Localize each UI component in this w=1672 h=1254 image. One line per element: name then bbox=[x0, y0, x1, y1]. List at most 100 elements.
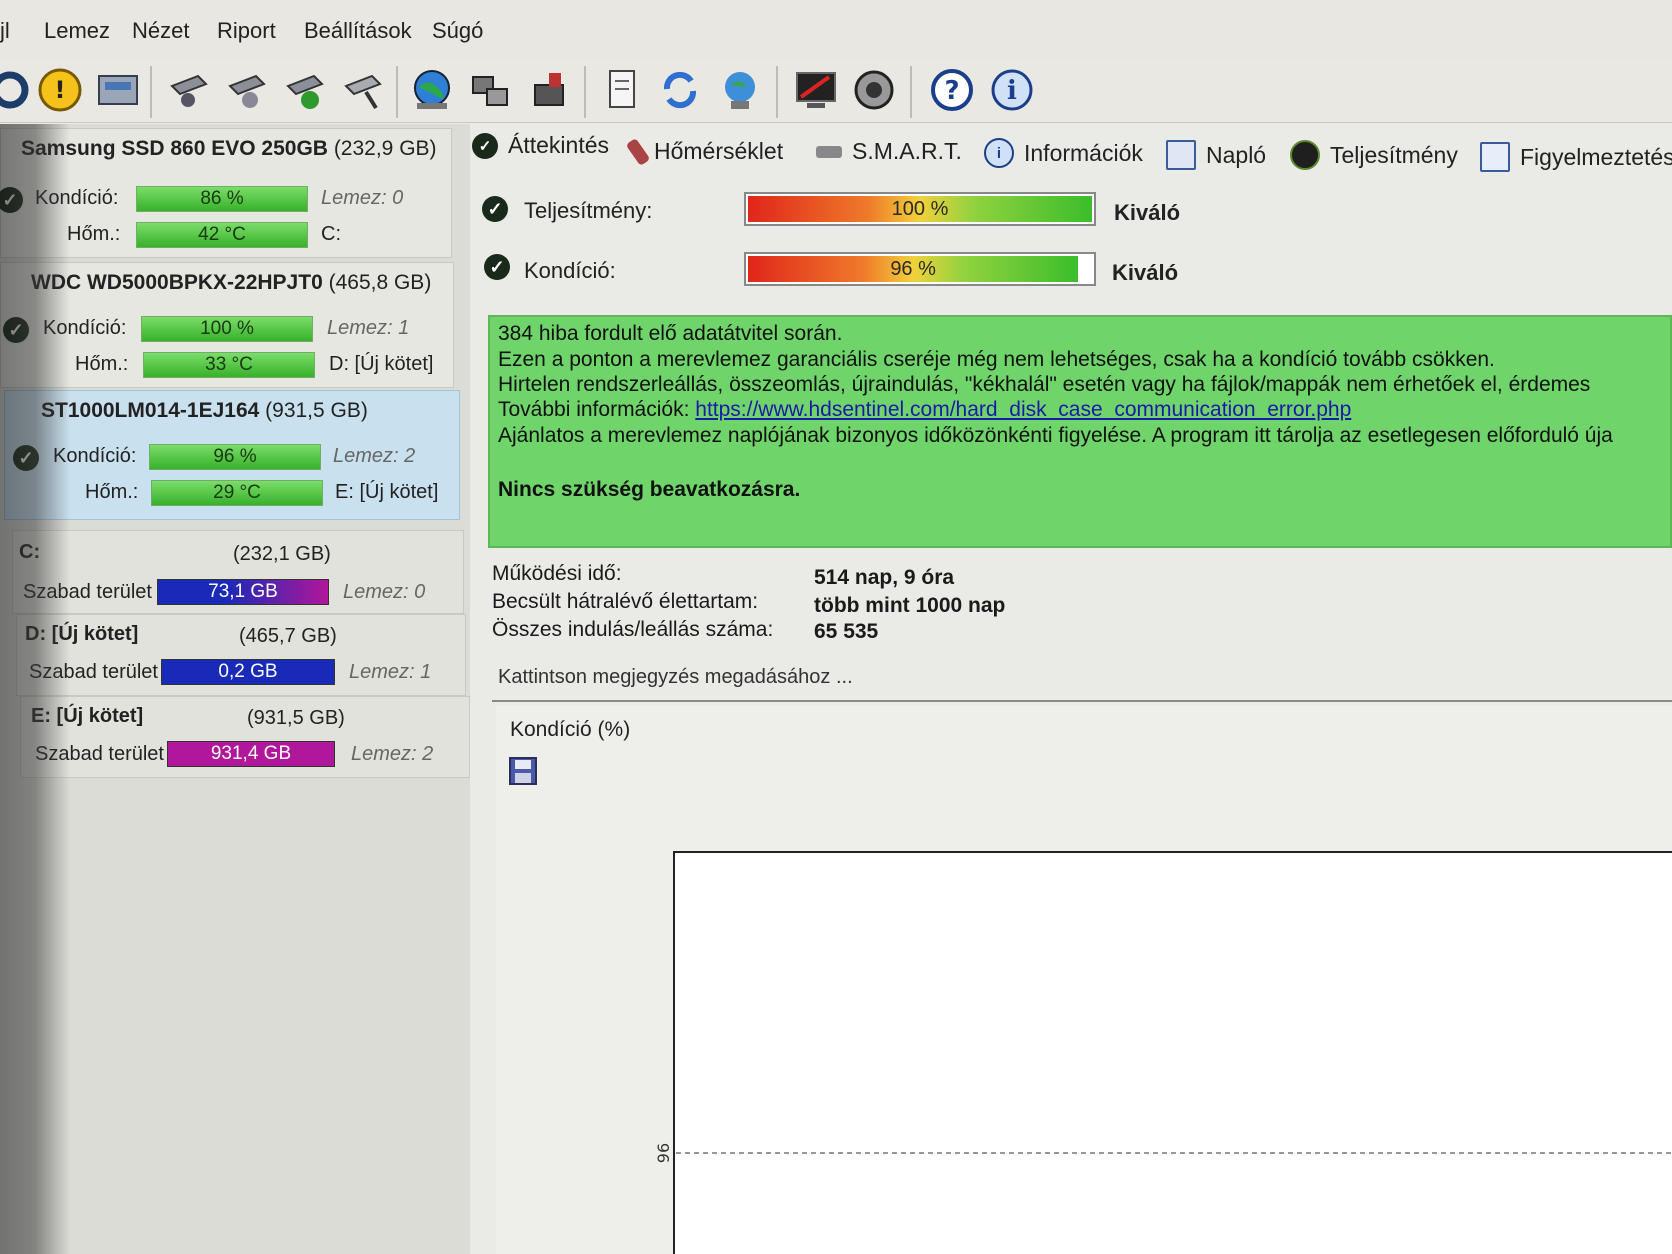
svg-text:?: ? bbox=[944, 76, 959, 106]
more-info-link[interactable]: https://www.hdsentinel.com/hard_disk_cas… bbox=[695, 398, 1351, 421]
more-info-line: További információk: https://www.hdsenti… bbox=[498, 397, 1351, 422]
tab-label: Figyelmeztetés bbox=[1520, 143, 1672, 170]
menu-file[interactable]: jl bbox=[0, 18, 10, 44]
performance-ok-icon: ✓ bbox=[482, 196, 508, 222]
globe-icon[interactable] bbox=[408, 66, 456, 114]
thermometer-icon bbox=[625, 137, 651, 166]
stat-label: Becsült hátralévő élettartam: bbox=[492, 590, 759, 613]
volume-disk-label: Lemez: 2 bbox=[351, 743, 434, 765]
tab-smart[interactable]: S.M.A.R.T. bbox=[816, 138, 962, 165]
condition-bar: 86 % bbox=[136, 186, 308, 212]
log-icon bbox=[1166, 140, 1196, 170]
stat-value: több mint 1000 nap bbox=[814, 594, 1006, 617]
condition-meter: 96 % bbox=[744, 252, 1096, 286]
condition-meter-fill: 96 % bbox=[748, 256, 1079, 282]
menu-view[interactable]: Nézet bbox=[132, 18, 189, 44]
menu-disk[interactable]: Lemez bbox=[44, 18, 110, 44]
disk-title: Samsung SSD 860 EVO 250GB (232,9 GB) bbox=[21, 137, 437, 161]
menu-settings[interactable]: Beállítások bbox=[304, 18, 412, 44]
temp-bar: 29 °C bbox=[151, 480, 323, 506]
disk-name: ST1000LM014-1EJ164 bbox=[41, 399, 260, 422]
tab-performance[interactable]: Teljesítmény bbox=[1290, 140, 1458, 170]
refresh-icon[interactable] bbox=[0, 66, 34, 114]
warning-icon[interactable]: ! bbox=[36, 66, 84, 114]
gauge-icon bbox=[1290, 140, 1320, 170]
tab-alerts[interactable]: Figyelmeztetés bbox=[1480, 142, 1672, 172]
condition-bar: 96 % bbox=[149, 444, 321, 470]
temp-label: Hőm.: bbox=[85, 481, 139, 503]
temp-bar: 42 °C bbox=[136, 222, 308, 248]
chart-y-tick: 96 bbox=[654, 1143, 673, 1163]
disk-icon[interactable] bbox=[94, 66, 142, 114]
more-info-label: További információk: bbox=[498, 398, 696, 421]
disk-tool-icon[interactable] bbox=[164, 66, 212, 114]
stat-label: Működési idő: bbox=[492, 562, 622, 585]
performance-meter-fill: 100 % bbox=[748, 196, 1092, 222]
tab-log[interactable]: Napló bbox=[1166, 140, 1266, 170]
menu-report[interactable]: Riport bbox=[217, 18, 276, 44]
verdict-text: Nincs szükség beavatkozásra. bbox=[498, 478, 801, 501]
disk-remove-icon[interactable] bbox=[338, 66, 386, 114]
volume-disk-label: Lemez: 1 bbox=[349, 661, 432, 683]
temp-label: Hőm.: bbox=[67, 223, 121, 245]
info-icon: i bbox=[984, 138, 1014, 168]
sync-icon[interactable] bbox=[656, 66, 704, 114]
stat-value: 514 nap, 9 óra bbox=[814, 566, 955, 589]
menu-help[interactable]: Súgó bbox=[432, 18, 483, 44]
tab-label: Áttekintés bbox=[508, 132, 609, 158]
volume-label: E: [Új kötet] bbox=[335, 481, 439, 503]
stat-value: 65 535 bbox=[814, 620, 879, 643]
disk-title: ST1000LM014-1EJ164 (931,5 GB) bbox=[41, 399, 368, 423]
condition-ok-icon: ✓ bbox=[484, 254, 510, 280]
note-field[interactable]: Kattintson megjegyzés megadásához ... bbox=[492, 660, 1672, 702]
condition-bar: 100 % bbox=[141, 316, 313, 342]
volume-size: (232,1 GB) bbox=[233, 543, 331, 565]
speaker-icon[interactable] bbox=[850, 66, 898, 114]
message-line: 384 hiba fordult elő adatátvitel során. bbox=[498, 322, 843, 345]
free-space-bar: 931,4 GB bbox=[167, 741, 335, 767]
network-icon[interactable] bbox=[466, 66, 514, 114]
disk-card-2[interactable]: ST1000LM014-1EJ164 (931,5 GB) ✓ Kondíció… bbox=[4, 390, 460, 520]
tab-label: Információk bbox=[1024, 139, 1143, 166]
disk-index-label: Lemez: 1 bbox=[327, 317, 410, 339]
tab-bar: ✓ Áttekintés Hőmérséklet S.M.A.R.T. i In… bbox=[470, 126, 1672, 178]
report-icon[interactable] bbox=[598, 66, 646, 114]
condition-rating: Kiváló bbox=[1112, 260, 1179, 285]
tab-information[interactable]: i Információk bbox=[984, 138, 1143, 168]
free-space-bar: 73,1 GB bbox=[157, 579, 329, 605]
tab-temperature[interactable]: Hőmérséklet bbox=[625, 137, 784, 166]
condition-chart-panel: Kondíció (%) 96 bbox=[496, 706, 1672, 1254]
free-space-bar: 0,2 GB bbox=[161, 659, 335, 685]
left-edge-shadow bbox=[0, 124, 70, 1254]
monitor-icon[interactable] bbox=[716, 66, 764, 114]
menu-bar: jl Lemez Nézet Riport Beállítások Súgó bbox=[0, 0, 1672, 61]
help-icon[interactable]: ? bbox=[928, 66, 976, 114]
chart-plot-area bbox=[673, 851, 1672, 1254]
info-icon[interactable]: i bbox=[988, 66, 1036, 114]
message-line: Ezen a ponton a merevlemez garanciális c… bbox=[498, 348, 1495, 371]
disk-info-icon[interactable] bbox=[222, 66, 270, 114]
disk-capacity: (232,9 GB) bbox=[333, 137, 437, 160]
disk-title: WDC WD5000BPKX-22HPJT0 (465,8 GB) bbox=[31, 271, 431, 295]
performance-label: Teljesítmény: bbox=[524, 198, 653, 223]
screen-icon[interactable] bbox=[792, 66, 840, 114]
message-line: Ajánlatos a merevlemez naplójának bizony… bbox=[498, 424, 1613, 447]
smart-icon bbox=[816, 145, 842, 158]
disk-index-label: Lemez: 0 bbox=[321, 187, 404, 209]
volume-size: (465,7 GB) bbox=[239, 625, 337, 647]
tab-overview[interactable]: ✓ Áttekintés bbox=[472, 132, 609, 159]
volume-size: (931,5 GB) bbox=[247, 707, 345, 729]
condition-label: Kondíció: bbox=[524, 258, 616, 283]
volume-card-d[interactable]: D: [Új kötet] (465,7 GB) Szabad terület … bbox=[16, 614, 466, 696]
volume-disk-label: Lemez: 0 bbox=[343, 581, 426, 603]
tab-label: Hőmérséklet bbox=[654, 138, 784, 164]
disk-check-icon[interactable] bbox=[280, 66, 328, 114]
note-placeholder: Kattintson megjegyzés megadásához ... bbox=[498, 666, 853, 688]
usb-icon[interactable] bbox=[524, 66, 572, 114]
volume-card-c[interactable]: C: (232,1 GB) Szabad terület 73,1 GB Lem… bbox=[12, 530, 464, 614]
status-message-box: 384 hiba fordult elő adatátvitel során. … bbox=[488, 315, 1672, 548]
svg-text:i: i bbox=[1007, 76, 1017, 106]
volume-card-e[interactable]: E: [Új kötet] (931,5 GB) Szabad terület … bbox=[20, 696, 470, 778]
performance-rating: Kiváló bbox=[1114, 200, 1181, 225]
temp-bar: 33 °C bbox=[143, 352, 315, 378]
